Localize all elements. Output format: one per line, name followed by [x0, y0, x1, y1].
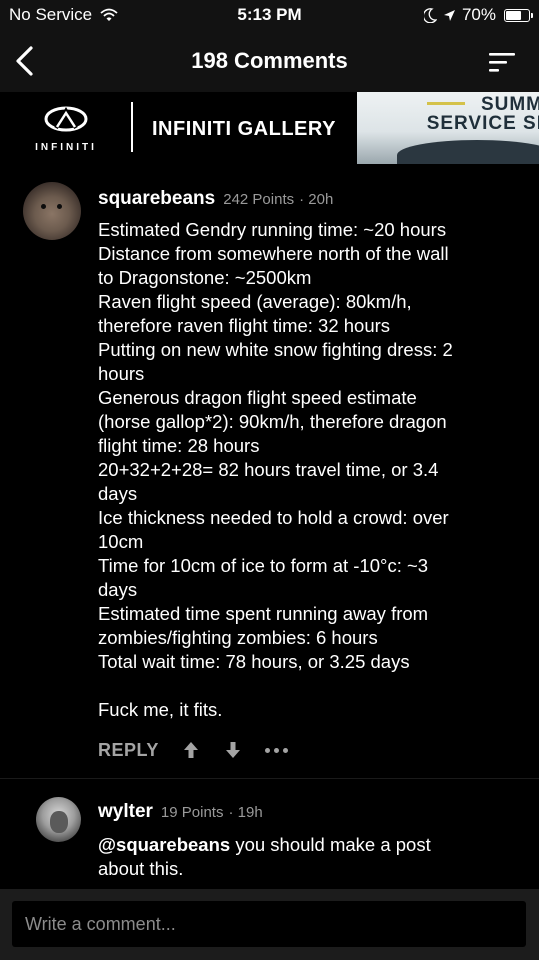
- ad-divider: [131, 102, 133, 152]
- comment-line: about this.: [98, 858, 184, 879]
- infiniti-wordmark: INFINITI: [35, 142, 97, 153]
- comment-age: · 19h: [228, 804, 263, 821]
- infiniti-logo: INFINITI: [12, 102, 120, 154]
- comment-line: Distance from somewhere north of the wal…: [98, 243, 449, 264]
- location-arrow-icon: [443, 9, 455, 21]
- ad-image-text-line-1: SUMM: [480, 94, 539, 115]
- mention-link[interactable]: @squarebeans: [98, 834, 230, 855]
- ad-image: SUMM SERVICE SI: [357, 92, 539, 164]
- comment-line: Estimated time spent running away from: [98, 603, 429, 624]
- comment-header: wylter 19 Points · 19h: [98, 801, 263, 823]
- comment-text: you should make a post: [230, 834, 431, 855]
- upvote-arrow-icon[interactable]: [181, 739, 201, 761]
- comment-username[interactable]: wylter: [98, 801, 153, 823]
- avatar-figure: [50, 811, 68, 833]
- downvote-arrow-icon[interactable]: [223, 739, 243, 761]
- comment-body: @squarebeans you should make a post abou…: [98, 833, 518, 881]
- moon-icon: [423, 7, 437, 23]
- comment-line: Total wait time: 78 hours, or 3.25 days: [98, 651, 410, 672]
- comment-actions: REPLY: [98, 737, 291, 763]
- avatar[interactable]: [36, 797, 81, 842]
- status-right: 70%: [423, 5, 533, 25]
- battery-icon: [504, 8, 533, 22]
- ad-image-text: SUMM SERVICE SI: [383, 95, 539, 133]
- avatar-eye: [41, 204, 46, 209]
- comment-input-placeholder: Write a comment...: [25, 914, 176, 934]
- comment-username[interactable]: squarebeans: [98, 188, 215, 210]
- comment-input-bar: Write a comment...: [0, 889, 539, 960]
- ad-banner[interactable]: INFINITI INFINITI GALLERY SUMM SERVICE S…: [0, 92, 539, 164]
- battery-percent: 70%: [461, 5, 496, 24]
- status-bar: No Service 5:13 PM 70%: [0, 0, 539, 30]
- comment-age: · 20h: [299, 191, 334, 208]
- comment-body: Estimated Gendry running time: ~20 hours…: [98, 218, 518, 722]
- comment-line: hours: [98, 363, 145, 384]
- avatar-eye: [57, 204, 62, 209]
- comment-line: (horse gallop*2): 90km/h, therefore drag…: [98, 411, 447, 432]
- comment-line: days: [98, 483, 138, 504]
- infiniti-emblem-icon: [44, 106, 88, 132]
- comment-line: Time for 10cm of ice to form at -10°c: ~…: [98, 555, 429, 576]
- battery-fill: [506, 10, 521, 20]
- comment-line: zombies/fighting zombies: 6 hours: [98, 627, 378, 648]
- comment-line: to Dragonstone: ~2500km: [98, 267, 312, 288]
- comment-line: Putting on new white snow fighting dress…: [98, 339, 453, 360]
- ad-car-image: [397, 140, 539, 164]
- comment-line: Ice thickness needed to hold a crowd: ov…: [98, 507, 449, 528]
- ad-gallery-label: INFINITI GALLERY: [152, 118, 336, 140]
- avatar[interactable]: [23, 182, 81, 240]
- ad-image-text-line-2: SERVICE SI: [426, 113, 539, 134]
- comment-line: days: [98, 579, 138, 600]
- comment-header: squarebeans 242 Points · 20h: [98, 188, 333, 210]
- comment-line: Generous dragon flight speed estimate: [98, 387, 417, 408]
- comment-line: 10cm: [98, 531, 144, 552]
- page-title: 198 Comments: [191, 48, 348, 73]
- nav-bar: 198 Comments: [0, 30, 539, 92]
- comment-line: flight time: 28 hours: [98, 435, 260, 456]
- comment-separator: [0, 778, 539, 779]
- sort-icon[interactable]: [487, 50, 517, 74]
- reply-button[interactable]: REPLY: [98, 740, 159, 761]
- more-options-icon[interactable]: [264, 745, 291, 755]
- comment-points: 19 Points: [160, 804, 224, 821]
- comment-line: @squarebeans you should make a post: [98, 833, 518, 857]
- comment-line: 20+32+2+28= 82 hours travel time, or 3.4: [98, 459, 439, 480]
- comment-points: 242 Points: [223, 191, 295, 208]
- comment-line: Raven flight speed (average): 80km/h,: [98, 291, 412, 312]
- comment-input[interactable]: Write a comment...: [12, 901, 526, 947]
- comment-line: Estimated Gendry running time: ~20 hours: [98, 219, 447, 240]
- comment-line: therefore raven flight time: 32 hours: [98, 315, 391, 336]
- comment-line: Fuck me, it fits.: [98, 699, 223, 720]
- comment-line: [98, 674, 518, 698]
